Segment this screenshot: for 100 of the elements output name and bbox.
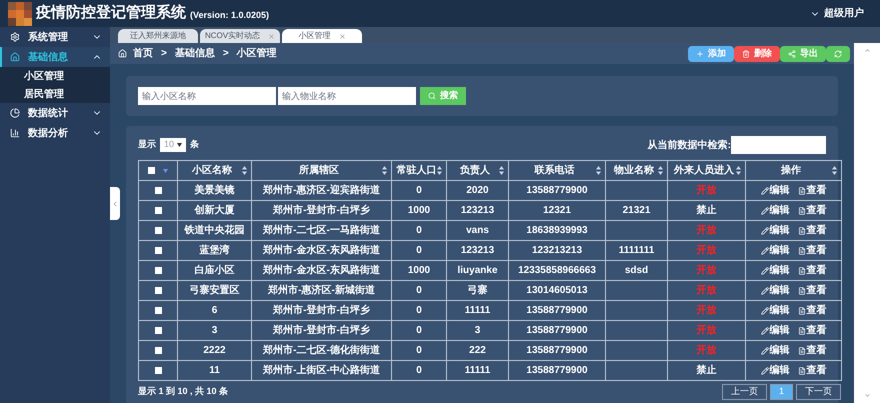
refresh-button[interactable]: [826, 46, 850, 62]
checkbox[interactable]: [148, 167, 155, 174]
edit-link[interactable]: 编辑: [760, 343, 790, 358]
tab[interactable]: 小区管理: [282, 29, 362, 43]
table-cell: 12321: [543, 205, 571, 216]
home-icon: [118, 49, 127, 58]
sidebar-item[interactable]: 数据分析: [0, 123, 110, 143]
close-icon[interactable]: [338, 32, 346, 40]
edit-link[interactable]: 编辑: [760, 323, 790, 338]
view-link[interactable]: 查看: [798, 223, 826, 238]
breadcrumb-separator: >: [222, 47, 229, 61]
checkbox[interactable]: [154, 186, 162, 194]
sidebar-item[interactable]: 数据统计: [0, 103, 110, 123]
table-cell: 郑州市-金水区-东风路街道: [263, 265, 380, 276]
sort-icon: [832, 166, 837, 175]
view-link[interactable]: 查看: [798, 243, 826, 258]
view-link[interactable]: 查看: [798, 183, 826, 198]
breadcrumb-link[interactable]: 基础信息: [174, 46, 215, 61]
sidebar-item[interactable]: 系统管理: [0, 27, 110, 47]
document-icon: [798, 286, 806, 294]
table-cell: 郑州市-二七区-德化街街道: [263, 345, 380, 356]
view-link[interactable]: 查看: [798, 323, 826, 338]
table-cell: 创新大厦: [194, 205, 234, 216]
column-header[interactable]: 外来人员进入: [668, 160, 746, 180]
edit-link[interactable]: 编辑: [760, 223, 790, 238]
table-cell: 0: [416, 225, 422, 236]
table-cell: 郑州市-登封市-白坪乡: [273, 325, 370, 336]
pie-icon: [10, 108, 20, 118]
table-cell: liuyanke: [457, 265, 498, 276]
table-cell: 13588779900: [526, 185, 588, 196]
status-text: 开放: [696, 285, 716, 296]
table-cell: 13588779900: [526, 345, 588, 356]
tab[interactable]: 迁入郑州来源地: [118, 29, 198, 43]
sort-icon: [736, 166, 741, 175]
view-link[interactable]: 查看: [798, 263, 826, 278]
column-header[interactable]: 小区名称: [178, 160, 252, 180]
table-cell: 铁道中央花园: [184, 225, 244, 236]
checkbox[interactable]: [154, 306, 162, 314]
pencil-icon: [760, 286, 768, 294]
checkbox[interactable]: [154, 206, 162, 214]
trash-icon: [742, 50, 750, 58]
document-icon: [798, 246, 806, 254]
checkbox[interactable]: [154, 326, 162, 334]
delete-button[interactable]: 删除: [734, 46, 780, 62]
filter-label: 从当前数据中检索:: [648, 138, 731, 152]
logo-icon: [8, 2, 32, 26]
edit-link[interactable]: 编辑: [760, 283, 790, 298]
table-cell: 弓寨安置区: [190, 285, 240, 296]
submenu-item[interactable]: 小区管理: [0, 67, 110, 85]
filter-field[interactable]: [731, 136, 826, 154]
table-cell: 3: [474, 325, 480, 336]
sidebar-item[interactable]: 基础信息: [0, 47, 110, 67]
column-header[interactable]: 所属辖区: [252, 160, 392, 180]
view-link[interactable]: 查看: [798, 283, 826, 298]
column-header[interactable]: 负责人: [446, 160, 508, 180]
edit-link[interactable]: 编辑: [760, 263, 790, 278]
column-header[interactable]: 常驻人口: [392, 160, 446, 180]
checkbox[interactable]: [154, 266, 162, 274]
version-label: (Version: 1.0.0205): [190, 8, 270, 22]
table-cell: 1000: [408, 205, 430, 216]
breadcrumb-link[interactable]: 小区管理: [236, 46, 277, 61]
status-text: 开放: [696, 245, 716, 256]
view-link[interactable]: 查看: [798, 303, 826, 318]
edit-link[interactable]: 编辑: [760, 203, 790, 218]
tab[interactable]: NCOV实时动态: [200, 29, 280, 43]
chart-icon: [10, 128, 20, 138]
checkbox[interactable]: [154, 286, 162, 294]
sort-icon: [499, 166, 504, 175]
column-header[interactable]: 操作: [746, 160, 842, 180]
collapse-handle[interactable]: [110, 187, 120, 220]
status-text: 开放: [696, 325, 716, 336]
user-menu[interactable]: 超级用户: [824, 6, 864, 21]
search-field[interactable]: 输入物业名称: [278, 87, 416, 105]
breadcrumb-link[interactable]: 首页: [133, 46, 153, 61]
pagination-button[interactable]: 上一页: [722, 384, 767, 400]
status-text: 开放: [696, 225, 716, 236]
table-cell: 郑州市-金水区-东风路街道: [263, 245, 380, 256]
column-header[interactable]: 联系电话: [508, 160, 606, 180]
table-cell: 2020: [466, 185, 489, 196]
sort-icon: [437, 166, 442, 175]
search-field[interactable]: 输入小区名称: [138, 87, 276, 105]
submenu-item[interactable]: 居民管理: [0, 85, 110, 103]
table-cell: 0: [416, 245, 422, 256]
checkbox[interactable]: [154, 226, 162, 234]
view-link[interactable]: 查看: [798, 203, 826, 218]
edit-link[interactable]: 编辑: [760, 183, 790, 198]
checkbox[interactable]: [154, 346, 162, 354]
checkbox[interactable]: [154, 366, 162, 374]
view-link[interactable]: 查看: [798, 363, 826, 378]
column-header[interactable]: 物业名称: [606, 160, 668, 180]
edit-link[interactable]: 编辑: [760, 363, 790, 378]
pencil-icon: [760, 266, 768, 274]
table-cell: 0: [416, 285, 422, 296]
pagination-button[interactable]: 下一页: [796, 384, 841, 400]
checkbox[interactable]: [154, 246, 162, 254]
view-link[interactable]: 查看: [798, 343, 826, 358]
table-cell: 0: [416, 185, 422, 196]
edit-link[interactable]: 编辑: [760, 303, 790, 318]
table-cell: 郑州市-二七区-一马路街道: [263, 225, 380, 236]
edit-link[interactable]: 编辑: [760, 243, 790, 258]
